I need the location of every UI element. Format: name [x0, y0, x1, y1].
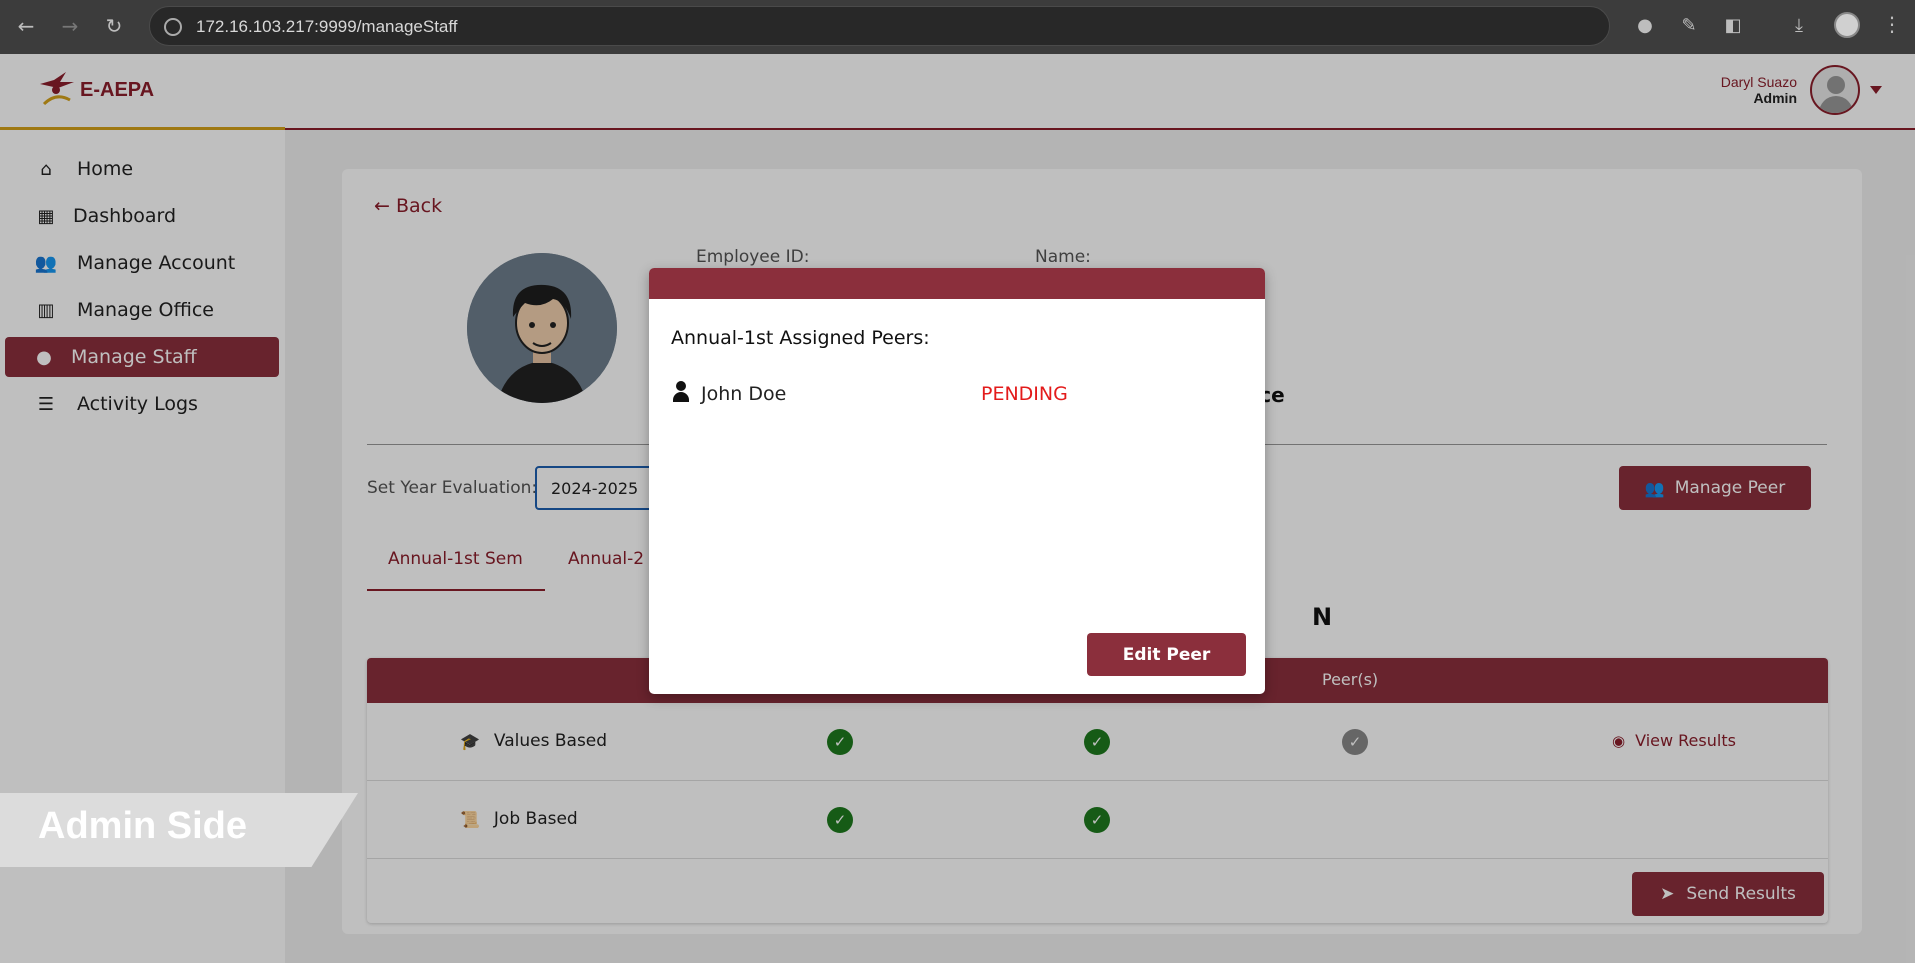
peer-name: John Doe	[701, 383, 787, 405]
address-bar[interactable]: 172.16.103.217:9999/manageStaff	[149, 6, 1610, 46]
forward-arrow-icon[interactable]: →	[56, 12, 84, 40]
site-info-icon[interactable]	[164, 18, 182, 36]
browser-profile-icon[interactable]	[1834, 12, 1860, 38]
user-icon	[671, 380, 691, 404]
peer-row: John Doe PENDING	[671, 380, 1251, 410]
assigned-peers-modal: Annual-1st Assigned Peers: John Doe PEND…	[649, 268, 1265, 694]
reload-icon[interactable]: ↻	[100, 12, 128, 40]
admin-side-banner: Admin Side	[0, 793, 358, 867]
eyedropper-icon[interactable]: ✎	[1676, 13, 1702, 39]
download-icon[interactable]: ⤓	[1786, 13, 1812, 39]
extension-icon[interactable]: ●	[1632, 13, 1658, 39]
browser-toolbar: ← → ↻ 172.16.103.217:9999/manageStaff ● …	[0, 0, 1915, 54]
puzzle-icon[interactable]: ◧	[1720, 13, 1746, 39]
peer-status: PENDING	[981, 383, 1068, 405]
back-arrow-icon[interactable]: ←	[12, 12, 40, 40]
modal-title: Annual-1st Assigned Peers:	[671, 327, 930, 349]
edit-peer-button[interactable]: Edit Peer	[1087, 633, 1246, 676]
url-text[interactable]: 172.16.103.217:9999/manageStaff	[196, 17, 458, 37]
banner-text: Admin Side	[38, 805, 248, 847]
browser-menu-icon[interactable]: ⋮	[1882, 12, 1902, 36]
modal-header	[649, 268, 1265, 299]
